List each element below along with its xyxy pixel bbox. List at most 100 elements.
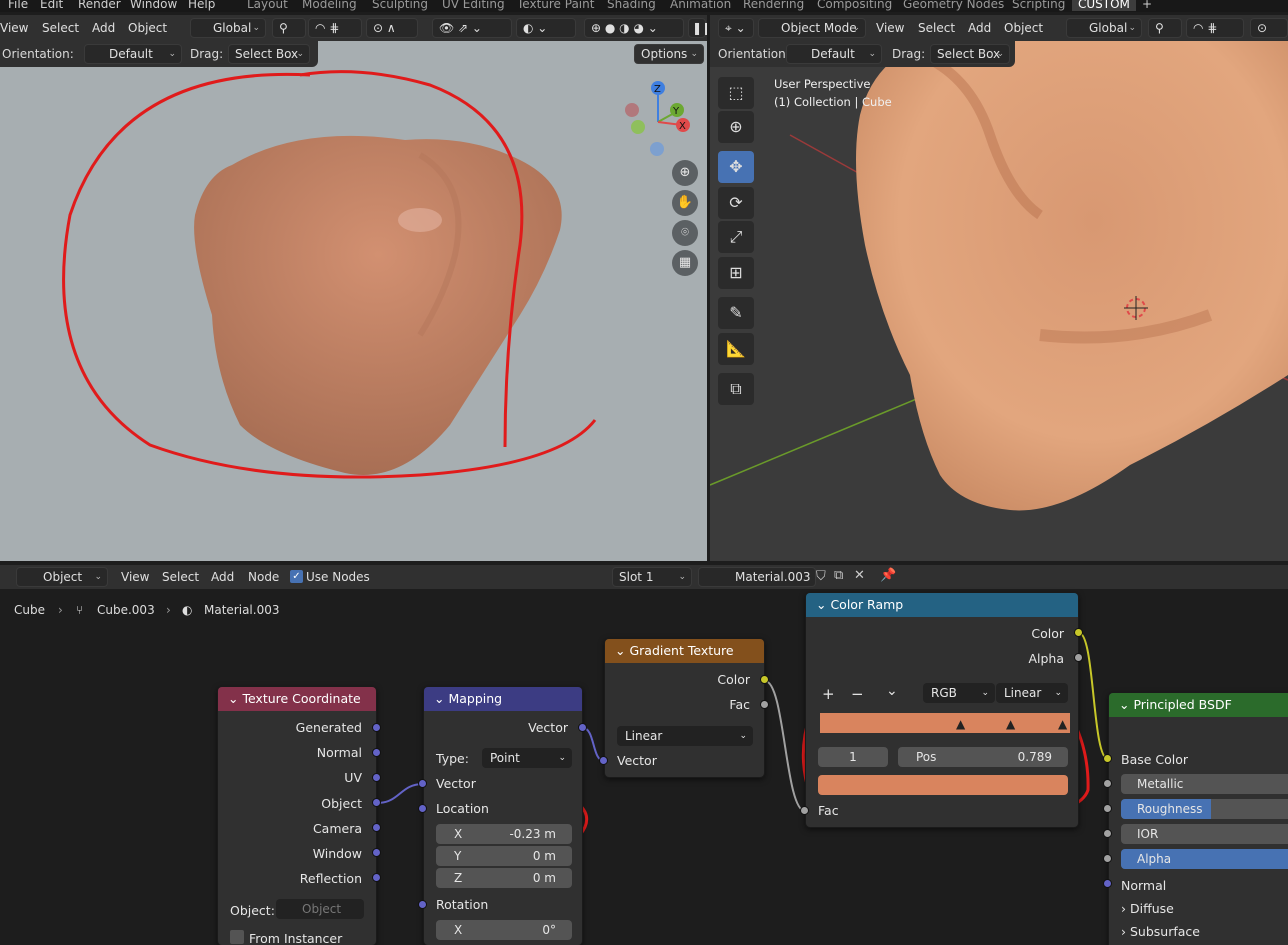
camera-icon[interactable]: ⌾ bbox=[672, 220, 698, 246]
node-header[interactable]: ⌄ Texture Coordinate bbox=[218, 687, 376, 711]
socket-ramp-alpha[interactable] bbox=[1074, 653, 1083, 662]
socket-normal[interactable] bbox=[372, 748, 381, 757]
tab-sculpting[interactable]: Sculpting bbox=[372, 0, 428, 11]
menu-view-right[interactable]: View bbox=[876, 15, 904, 41]
menu-object-right[interactable]: Object bbox=[1004, 15, 1043, 41]
socket-ramp-fac-in[interactable] bbox=[800, 806, 809, 815]
left-viewport[interactable]: View Select Add Object Global ⌄ ⚲ ◠ ⋕ ⊙ ∧… bbox=[0, 15, 707, 561]
location-x-field[interactable]: X -0.23 m bbox=[436, 824, 572, 844]
socket-base-color[interactable] bbox=[1103, 754, 1112, 763]
object-picker[interactable]: Object bbox=[276, 899, 364, 919]
drag-dropdown-right[interactable]: Select Box ⌄ bbox=[930, 44, 1010, 64]
ramp-stop-handle-icon[interactable]: ▲ bbox=[1006, 717, 1015, 731]
color-ramp-node[interactable]: ⌄ Color Ramp Color Alpha + − ⌄ RGB ⌄ Line… bbox=[805, 592, 1079, 828]
texture-coordinate-node[interactable]: ⌄ Texture Coordinate Generated Normal UV… bbox=[217, 686, 377, 945]
remove-stop-button[interactable]: − bbox=[851, 685, 864, 703]
menu-add[interactable]: Add bbox=[92, 15, 115, 41]
right-viewport[interactable]: ⌖ ⌄ Object Mode ⌄ View Select Add Object … bbox=[710, 15, 1288, 561]
socket-uv[interactable] bbox=[372, 773, 381, 782]
subsurface-panel[interactable]: › Subsurface bbox=[1121, 924, 1200, 939]
stop-color-swatch[interactable] bbox=[818, 775, 1068, 795]
collapse-icon[interactable]: ⌄ bbox=[228, 691, 242, 706]
tab-uv-editing[interactable]: UV Editing bbox=[442, 0, 505, 11]
options-dropdown[interactable]: Options ⌄ bbox=[634, 44, 704, 64]
socket-ior[interactable] bbox=[1103, 829, 1112, 838]
pan-hand-icon[interactable]: ✋ bbox=[672, 190, 698, 216]
transform-icon[interactable]: ⊞ bbox=[718, 257, 754, 289]
more-options-button[interactable]: ⌄ bbox=[886, 683, 898, 699]
socket-ramp-color[interactable] bbox=[1074, 628, 1083, 637]
node-header[interactable]: ⌄ Principled BSDF bbox=[1109, 693, 1288, 717]
socket-metallic[interactable] bbox=[1103, 779, 1112, 788]
xray-toggle[interactable]: ◐ ⌄ bbox=[516, 18, 576, 38]
diffuse-panel[interactable]: › Diffuse bbox=[1121, 901, 1174, 916]
interpolation-dropdown[interactable]: Linear ⌄ bbox=[996, 683, 1068, 703]
color-mode-dropdown[interactable]: RGB ⌄ bbox=[923, 683, 995, 703]
add-workspace-button[interactable]: + bbox=[1142, 0, 1152, 11]
grid-icon[interactable]: ▦ bbox=[672, 250, 698, 276]
ramp-stop-handle-icon[interactable]: ▲ bbox=[956, 717, 965, 731]
rotation-x-field[interactable]: X 0° bbox=[436, 920, 572, 940]
scale-icon[interactable]: ⤢ bbox=[718, 221, 754, 253]
socket-rotation[interactable] bbox=[418, 900, 427, 909]
menu-view[interactable]: View bbox=[0, 15, 28, 41]
drag-dropdown[interactable]: Select Box ⌄ bbox=[228, 44, 310, 64]
cursor-icon[interactable]: ⊕ bbox=[718, 111, 754, 143]
node-header[interactable]: ⌄ Gradient Texture bbox=[605, 639, 764, 663]
location-z-field[interactable]: Z 0 m bbox=[436, 868, 572, 888]
transform-orientation-right[interactable]: Global ⌄ bbox=[1066, 18, 1142, 38]
move-icon[interactable]: ✥ bbox=[718, 151, 754, 183]
ramp-stop-handle-icon[interactable]: ▲ bbox=[1058, 717, 1067, 731]
tab-texture-paint[interactable]: Texture Paint bbox=[517, 0, 594, 11]
tab-custom[interactable]: CUSTOM bbox=[1072, 0, 1136, 11]
pause-button[interactable]: ❚❚ bbox=[688, 18, 707, 38]
menu-select[interactable]: Select bbox=[42, 15, 79, 41]
menu-object[interactable]: Object bbox=[128, 15, 167, 41]
tab-geometry-nodes[interactable]: Geometry Nodes bbox=[903, 0, 1004, 11]
tab-animation[interactable]: Animation bbox=[670, 0, 731, 11]
proportional-edit-right[interactable]: ⊙ bbox=[1250, 18, 1288, 38]
rotate-icon[interactable]: ⟳ bbox=[718, 187, 754, 219]
add-stop-button[interactable]: + bbox=[822, 685, 835, 703]
gradient-type-dropdown[interactable]: Linear ⌄ bbox=[617, 726, 753, 746]
editor-type-dropdown[interactable]: ⌖ ⌄ bbox=[718, 18, 754, 38]
navigation-gizmo[interactable]: Z Y X bbox=[618, 77, 698, 161]
stop-index-field[interactable]: 1 bbox=[818, 747, 888, 767]
socket-object[interactable] bbox=[372, 798, 381, 807]
menu-window[interactable]: Window bbox=[130, 0, 177, 11]
tab-scripting[interactable]: Scripting bbox=[1012, 0, 1065, 11]
socket-mapping-vector-in[interactable] bbox=[418, 779, 427, 788]
proportional-edit[interactable]: ⊙ ∧ bbox=[366, 18, 418, 38]
menu-help[interactable]: Help bbox=[188, 0, 215, 11]
transform-orientation-dropdown[interactable]: Global ⌄ bbox=[190, 18, 266, 38]
snap-toggle[interactable]: ◠ ⋕ bbox=[308, 18, 362, 38]
tab-rendering[interactable]: Rendering bbox=[743, 0, 804, 11]
socket-camera[interactable] bbox=[372, 823, 381, 832]
socket-alpha[interactable] bbox=[1103, 854, 1112, 863]
socket-window[interactable] bbox=[372, 848, 381, 857]
collapse-icon[interactable]: ⌄ bbox=[434, 691, 448, 706]
collapse-icon[interactable]: ⌄ bbox=[1119, 697, 1133, 712]
socket-roughness[interactable] bbox=[1103, 804, 1112, 813]
select-box-icon[interactable]: ⬚ bbox=[718, 77, 754, 109]
tab-compositing[interactable]: Compositing bbox=[817, 0, 892, 11]
metallic-field[interactable]: Metallic bbox=[1121, 774, 1288, 794]
overlay-toggles[interactable]: 👁 ⇗ ⌄ bbox=[432, 18, 512, 38]
collapse-icon[interactable]: ⌄ bbox=[615, 643, 629, 658]
socket-gradient-color[interactable] bbox=[760, 675, 769, 684]
location-y-field[interactable]: Y 0 m bbox=[436, 846, 572, 866]
socket-gradient-fac[interactable] bbox=[760, 700, 769, 709]
shading-modes[interactable]: ⊕ ● ◑ ◕ ⌄ bbox=[584, 18, 684, 38]
gradient-texture-node[interactable]: ⌄ Gradient Texture Color Fac Linear ⌄ Vec… bbox=[604, 638, 765, 778]
socket-generated[interactable] bbox=[372, 723, 381, 732]
socket-gradient-vector-in[interactable] bbox=[599, 756, 608, 765]
orientation-dropdown-right[interactable]: Default ⌄ bbox=[786, 44, 882, 64]
ior-field[interactable]: IOR bbox=[1121, 824, 1288, 844]
socket-reflection[interactable] bbox=[372, 873, 381, 882]
orientation-dropdown[interactable]: Default ⌄ bbox=[84, 44, 182, 64]
menu-add-right[interactable]: Add bbox=[968, 15, 991, 41]
mode-dropdown[interactable]: Object Mode ⌄ bbox=[758, 18, 866, 38]
node-header[interactable]: ⌄ Mapping bbox=[424, 687, 582, 711]
shader-node-editor[interactable]: Object ⌄ View Select Add Node ✓ Use Nodes… bbox=[0, 565, 1288, 945]
menu-edit[interactable]: Edit bbox=[40, 0, 63, 11]
